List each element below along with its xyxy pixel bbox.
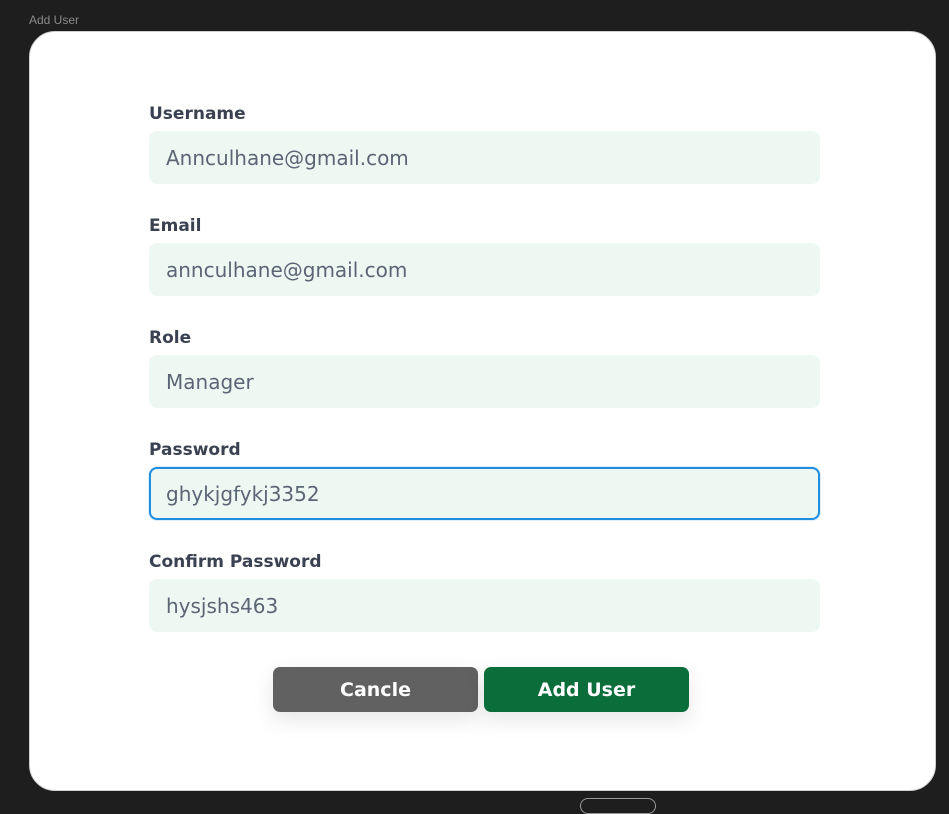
role-group: Role xyxy=(149,325,821,408)
frame-title: Add User xyxy=(29,13,80,27)
username-label: Username xyxy=(149,104,246,124)
email-group: Email xyxy=(149,213,821,296)
password-label: Password xyxy=(149,440,241,460)
confirm-password-input[interactable] xyxy=(149,579,820,632)
cancel-button[interactable]: Cancle xyxy=(273,667,478,712)
password-input[interactable] xyxy=(149,467,820,520)
role-input[interactable] xyxy=(149,355,820,408)
bottom-tab-handle xyxy=(580,798,656,814)
confirm-password-label: Confirm Password xyxy=(149,552,322,572)
add-user-modal: Username Email Role Password Confirm Pas… xyxy=(29,31,936,791)
username-input[interactable] xyxy=(149,131,820,184)
email-input[interactable] xyxy=(149,243,820,296)
username-group: Username xyxy=(149,101,821,184)
password-group: Password xyxy=(149,437,821,520)
confirm-password-group: Confirm Password xyxy=(149,549,821,632)
role-label: Role xyxy=(149,328,192,348)
email-label: Email xyxy=(149,216,202,236)
add-user-button[interactable]: Add User xyxy=(484,667,689,712)
